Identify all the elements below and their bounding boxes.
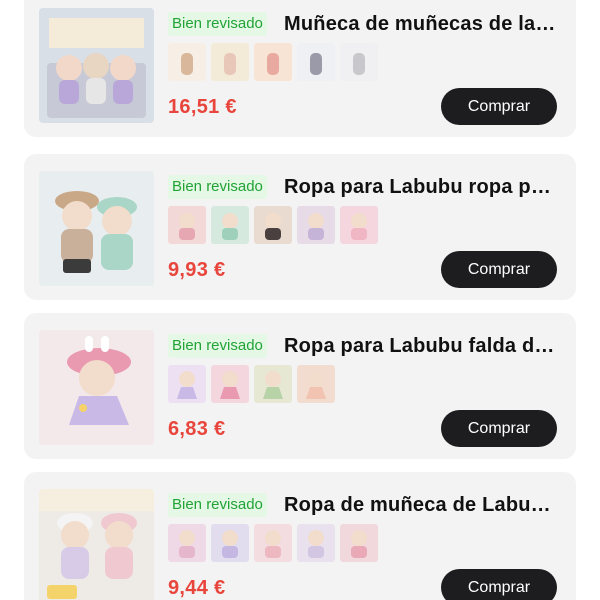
product-card[interactable]: Bien revisado Ropa para Labubu ropa para… (24, 154, 576, 300)
thumbnail[interactable] (168, 365, 206, 403)
thumbnail[interactable] (297, 43, 335, 81)
thumbnail[interactable] (340, 206, 378, 244)
product-title[interactable]: Muñeca de muñecas de labubu (284, 9, 559, 39)
product-image[interactable] (39, 171, 154, 286)
thumbnail[interactable] (254, 365, 292, 403)
reviewed-badge: Bien revisado (168, 175, 267, 199)
product-price: 9,44 € (168, 577, 226, 599)
thumbnail-strip (168, 43, 378, 81)
product-image[interactable] (39, 489, 154, 600)
thumbnail[interactable] (168, 206, 206, 244)
product-price: 16,51 € (168, 96, 237, 118)
thumbnail[interactable] (211, 524, 249, 562)
thumbnail[interactable] (254, 43, 292, 81)
thumbnail[interactable] (168, 43, 206, 81)
thumbnail[interactable] (254, 524, 292, 562)
thumbnail-strip (168, 365, 335, 403)
thumbnail[interactable] (254, 206, 292, 244)
thumbnail[interactable] (297, 524, 335, 562)
product-card[interactable]: Bien revisado Ropa para Labubu falda de … (24, 313, 576, 459)
buy-button[interactable]: Comprar (441, 88, 557, 125)
thumbnail-strip (168, 524, 378, 562)
product-title[interactable]: Ropa de muñeca de Labubu vestido (284, 490, 559, 520)
product-card[interactable]: Bien revisado Ropa de muñeca de Labubu v… (24, 472, 576, 600)
buy-button[interactable]: Comprar (441, 251, 557, 288)
thumbnail[interactable] (297, 206, 335, 244)
thumbnail[interactable] (340, 43, 378, 81)
buy-button[interactable]: Comprar (441, 569, 557, 600)
product-title[interactable]: Ropa para Labubu falda de muñeca (284, 331, 559, 361)
thumbnail[interactable] (297, 365, 335, 403)
thumbnail[interactable] (211, 365, 249, 403)
reviewed-badge: Bien revisado (168, 12, 267, 36)
thumbnail[interactable] (340, 524, 378, 562)
product-price: 6,83 € (168, 418, 226, 440)
product-image[interactable] (39, 8, 154, 123)
reviewed-badge: Bien revisado (168, 334, 267, 358)
product-list: Bien revisado Muñeca de muñecas de labub… (0, 0, 600, 600)
product-price: 9,93 € (168, 259, 226, 281)
product-image[interactable] (39, 330, 154, 445)
thumbnail[interactable] (211, 206, 249, 244)
thumbnail-strip (168, 206, 378, 244)
product-title[interactable]: Ropa para Labubu ropa para muñecas (284, 172, 559, 202)
buy-button[interactable]: Comprar (441, 410, 557, 447)
thumbnail[interactable] (168, 524, 206, 562)
thumbnail[interactable] (211, 43, 249, 81)
product-card[interactable]: Bien revisado Muñeca de muñecas de labub… (24, 0, 576, 137)
reviewed-badge: Bien revisado (168, 493, 267, 517)
